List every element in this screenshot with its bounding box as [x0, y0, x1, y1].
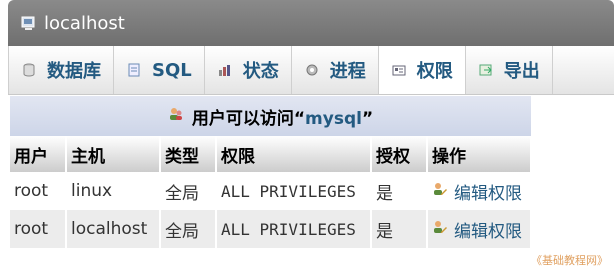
- privileges-table: 用户可以访问“mysql” 用户 主机 类型 权限 授权 操作 root lin…: [10, 96, 532, 248]
- cell-privileges: ALL PRIVILEGES: [216, 210, 372, 248]
- tab-privileges[interactable]: 权限: [378, 46, 466, 94]
- header-privileges: 权限: [216, 136, 372, 172]
- main-tabs: 数据库 SQL 状态 进程 权限 导出: [8, 46, 614, 95]
- header-user: 用户: [10, 136, 67, 172]
- privileges-icon: [391, 62, 407, 78]
- edit-user-icon: [432, 219, 448, 240]
- tab-label: 进程: [329, 61, 366, 82]
- caption-prefix: 用户可以访问“: [191, 108, 306, 129]
- cell-action: 编辑权限: [427, 210, 532, 248]
- edit-privileges-link[interactable]: 编辑权限: [432, 179, 522, 204]
- tab-export[interactable]: 导出: [466, 46, 553, 94]
- header-grant: 授权: [371, 136, 428, 172]
- header-action: 操作: [427, 136, 532, 172]
- cell-grant: 是: [371, 172, 428, 210]
- cell-privileges: ALL PRIVILEGES: [216, 172, 372, 210]
- gear-icon: [304, 62, 320, 78]
- cell-user: root: [10, 172, 67, 210]
- tab-label: 导出: [503, 61, 540, 82]
- status-icon: [217, 62, 233, 78]
- cell-user: root: [10, 210, 67, 248]
- table-caption-row: 用户可以访问“mysql”: [10, 96, 531, 136]
- cell-host: linux: [66, 172, 161, 210]
- edit-privileges-link[interactable]: 编辑权限: [432, 217, 522, 242]
- watermark: 《基础教程网》: [531, 254, 608, 267]
- window-titlebar: localhost: [8, 0, 614, 46]
- edit-privileges-label: 编辑权限: [454, 183, 522, 204]
- table-caption: 用户可以访问“mysql”: [10, 96, 531, 136]
- tab-label: SQL: [152, 59, 192, 81]
- users-icon: [168, 106, 184, 127]
- tab-processes[interactable]: 进程: [292, 46, 379, 94]
- tab-status[interactable]: 状态: [205, 46, 292, 94]
- sql-icon: [126, 62, 142, 78]
- server-icon: [20, 14, 38, 32]
- window-title: localhost: [44, 12, 125, 34]
- table-row: root localhost 全局 ALL PRIVILEGES 是 编辑权限: [10, 210, 532, 248]
- cell-type: 全局: [160, 210, 217, 248]
- header-host: 主机: [66, 136, 161, 172]
- cell-action: 编辑权限: [427, 172, 532, 210]
- cell-grant: 是: [371, 210, 428, 248]
- edit-privileges-label: 编辑权限: [454, 221, 522, 242]
- caption-database-name: mysql: [305, 108, 362, 129]
- caption-suffix: ”: [361, 108, 374, 129]
- header-type: 类型: [160, 136, 217, 172]
- tab-databases[interactable]: 数据库: [8, 46, 114, 94]
- tab-label: 权限: [416, 61, 453, 82]
- cell-host: localhost: [66, 210, 161, 248]
- edit-user-icon: [432, 181, 448, 202]
- database-icon: [21, 62, 37, 78]
- tab-label: 状态: [242, 61, 279, 82]
- table-header-row: 用户 主机 类型 权限 授权 操作: [10, 136, 532, 172]
- table-row: root linux 全局 ALL PRIVILEGES 是 编辑权限: [10, 172, 532, 210]
- tab-sql[interactable]: SQL: [114, 46, 205, 94]
- export-icon: [478, 62, 494, 78]
- tab-label: 数据库: [47, 61, 101, 82]
- cell-type: 全局: [160, 172, 217, 210]
